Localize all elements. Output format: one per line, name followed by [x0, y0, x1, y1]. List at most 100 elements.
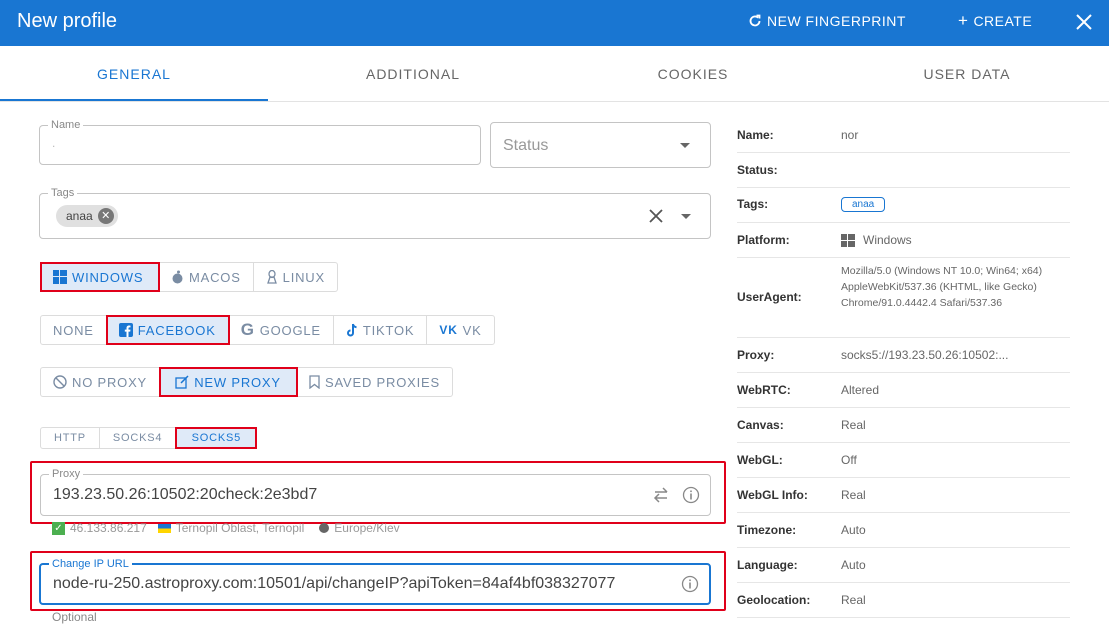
tiktok-icon: [346, 323, 357, 337]
status-select[interactable]: Status: [490, 122, 711, 168]
tag-chip[interactable]: anaa ✕: [56, 205, 118, 227]
summary-label: Timezone:: [737, 523, 797, 537]
site-tiktok-label: TIKTOK: [362, 322, 415, 338]
tab-general[interactable]: GENERAL: [0, 66, 268, 82]
clock-icon: [319, 523, 330, 533]
status-placeholder: Status: [503, 137, 549, 154]
summary-label: Canvas:: [737, 418, 784, 432]
edit-icon: [175, 375, 189, 389]
summary-row-webgl: WebGL: Off: [737, 442, 1070, 478]
close-icon[interactable]: [1072, 10, 1096, 34]
ukraine-flag-icon: [157, 523, 171, 533]
no-proxy-option[interactable]: NO PROXY: [41, 368, 161, 396]
new-fingerprint-button[interactable]: NEW FINGERPRINT: [748, 13, 906, 29]
site-vk-option[interactable]: VK VK: [427, 316, 493, 344]
summary-label: Status:: [737, 163, 778, 177]
proxy-input[interactable]: Proxy 193.23.50.26:10502:20check:2e3bd7: [40, 467, 711, 516]
tags-field[interactable]: Tags anaa ✕: [39, 186, 711, 239]
platform-windows-option[interactable]: WINDOWS: [40, 262, 160, 292]
summary-value: Altered: [841, 383, 880, 397]
tab-user-data[interactable]: USER DATA: [832, 66, 1102, 82]
clear-icon[interactable]: [648, 208, 664, 224]
summary-row-proxy: Proxy: socks5://193.23.50.26:10502:...: [737, 337, 1070, 373]
summary-label: Platform:: [737, 233, 790, 247]
proxy-type-http-option[interactable]: HTTP: [41, 428, 100, 448]
chevron-down-icon[interactable]: [680, 213, 692, 221]
tags-label: Tags: [48, 186, 78, 200]
new-proxy-option[interactable]: NEW PROXY: [159, 367, 299, 397]
site-none-option[interactable]: NONE: [41, 316, 107, 344]
platform-macos-option[interactable]: MACOS: [159, 263, 254, 291]
platform-linux-label: LINUX: [282, 269, 325, 285]
proxy-check-ip: 46.133.86.217: [70, 521, 147, 535]
summary-label: WebGL:: [737, 453, 783, 467]
summary-row-timezone: Timezone: Auto: [737, 512, 1070, 548]
summary-label: Tags:: [737, 197, 769, 211]
block-icon: [53, 375, 67, 389]
proxy-type-socks5-option[interactable]: SOCKS5: [175, 427, 258, 449]
platform-linux-option[interactable]: LINUX: [254, 263, 337, 291]
no-proxy-label: NO PROXY: [72, 374, 148, 390]
platform-windows-label: WINDOWS: [72, 269, 144, 285]
site-google-option[interactable]: G GOOGLE: [229, 316, 334, 344]
name-value: .: [52, 136, 56, 150]
platform-selector: WINDOWS MACOS LINUX: [40, 262, 338, 292]
summary-tag-chip: anaa: [841, 197, 886, 212]
summary-row-webgl-info: WebGL Info: Real: [737, 477, 1070, 513]
summary-row-name: Name: nor: [737, 118, 1070, 153]
summary-label: UserAgent:: [737, 290, 802, 304]
info-icon[interactable]: [682, 486, 700, 504]
proxy-check-result: ✓ 46.133.86.217 Ternopil Oblast, Ternopi…: [52, 521, 400, 535]
google-icon: G: [240, 320, 255, 339]
create-label: CREATE: [973, 13, 1033, 29]
proxy-type-socks4-option[interactable]: SOCKS4: [100, 428, 177, 448]
tag-chip-label: anaa: [66, 209, 93, 223]
tab-cookies[interactable]: COOKIES: [558, 66, 828, 82]
site-none-label: NONE: [53, 322, 94, 338]
summary-label: Proxy:: [737, 348, 775, 362]
info-icon[interactable]: [681, 575, 699, 593]
apple-icon: [172, 270, 183, 284]
saved-proxies-option[interactable]: SAVED PROXIES: [297, 368, 452, 396]
site-selector: NONE FACEBOOK G GOOGLE TIKTOK VK VK: [40, 315, 495, 345]
linux-icon: [266, 270, 277, 284]
check-icon: ✓: [52, 521, 65, 535]
swap-icon[interactable]: [652, 486, 670, 504]
facebook-icon: [118, 323, 133, 337]
summary-row-geolocation: Geolocation: Real: [737, 582, 1070, 618]
active-tab-indicator: [0, 99, 268, 101]
site-facebook-option[interactable]: FACEBOOK: [105, 315, 230, 345]
new-fingerprint-label: NEW FINGERPRINT: [767, 13, 906, 29]
summary-row-canvas: Canvas: Real: [737, 407, 1070, 443]
summary-value: Mozilla/5.0 (Windows NT 10.0; Win64; x64…: [841, 265, 1043, 309]
summary-row-status: Status:: [737, 152, 1070, 188]
summary-value: Auto: [841, 558, 866, 572]
site-facebook-label: FACEBOOK: [137, 322, 216, 338]
summary-label: Language:: [737, 558, 798, 572]
summary-value: Real: [841, 593, 866, 607]
summary-value: nor: [841, 128, 859, 142]
remove-tag-icon[interactable]: ✕: [97, 208, 114, 224]
windows-icon: [841, 233, 855, 247]
tab-additional[interactable]: ADDITIONAL: [278, 66, 548, 82]
change-ip-url-input[interactable]: Change IP URL node-ru-250.astroproxy.com…: [39, 557, 711, 605]
proxy-check-location: Ternopil Oblast, Ternopil: [175, 521, 305, 535]
change-ip-url-value: node-ru-250.astroproxy.com:10501/api/cha…: [53, 575, 616, 592]
site-google-label: GOOGLE: [259, 322, 321, 338]
create-button[interactable]: + CREATE: [958, 12, 1033, 29]
change-ip-helper-text: Optional: [52, 610, 97, 624]
saved-proxies-label: SAVED PROXIES: [325, 374, 440, 390]
vk-icon: VK: [439, 323, 458, 337]
summary-label: WebRTC:: [737, 383, 791, 397]
proxy-type-selector: HTTP SOCKS4 SOCKS5: [40, 427, 258, 449]
summary-value: Real: [841, 488, 866, 502]
tab-bar: GENERAL ADDITIONAL COOKIES USER DATA: [0, 46, 1109, 102]
change-ip-url-label: Change IP URL: [49, 557, 132, 571]
chevron-down-icon: [680, 143, 690, 148]
name-field[interactable]: Name .: [39, 118, 481, 165]
site-tiktok-option[interactable]: TIKTOK: [334, 316, 428, 344]
summary-value: Real: [841, 418, 866, 432]
bookmark-icon: [309, 375, 320, 389]
proxy-label: Proxy: [49, 467, 84, 481]
windows-icon: [53, 270, 67, 284]
